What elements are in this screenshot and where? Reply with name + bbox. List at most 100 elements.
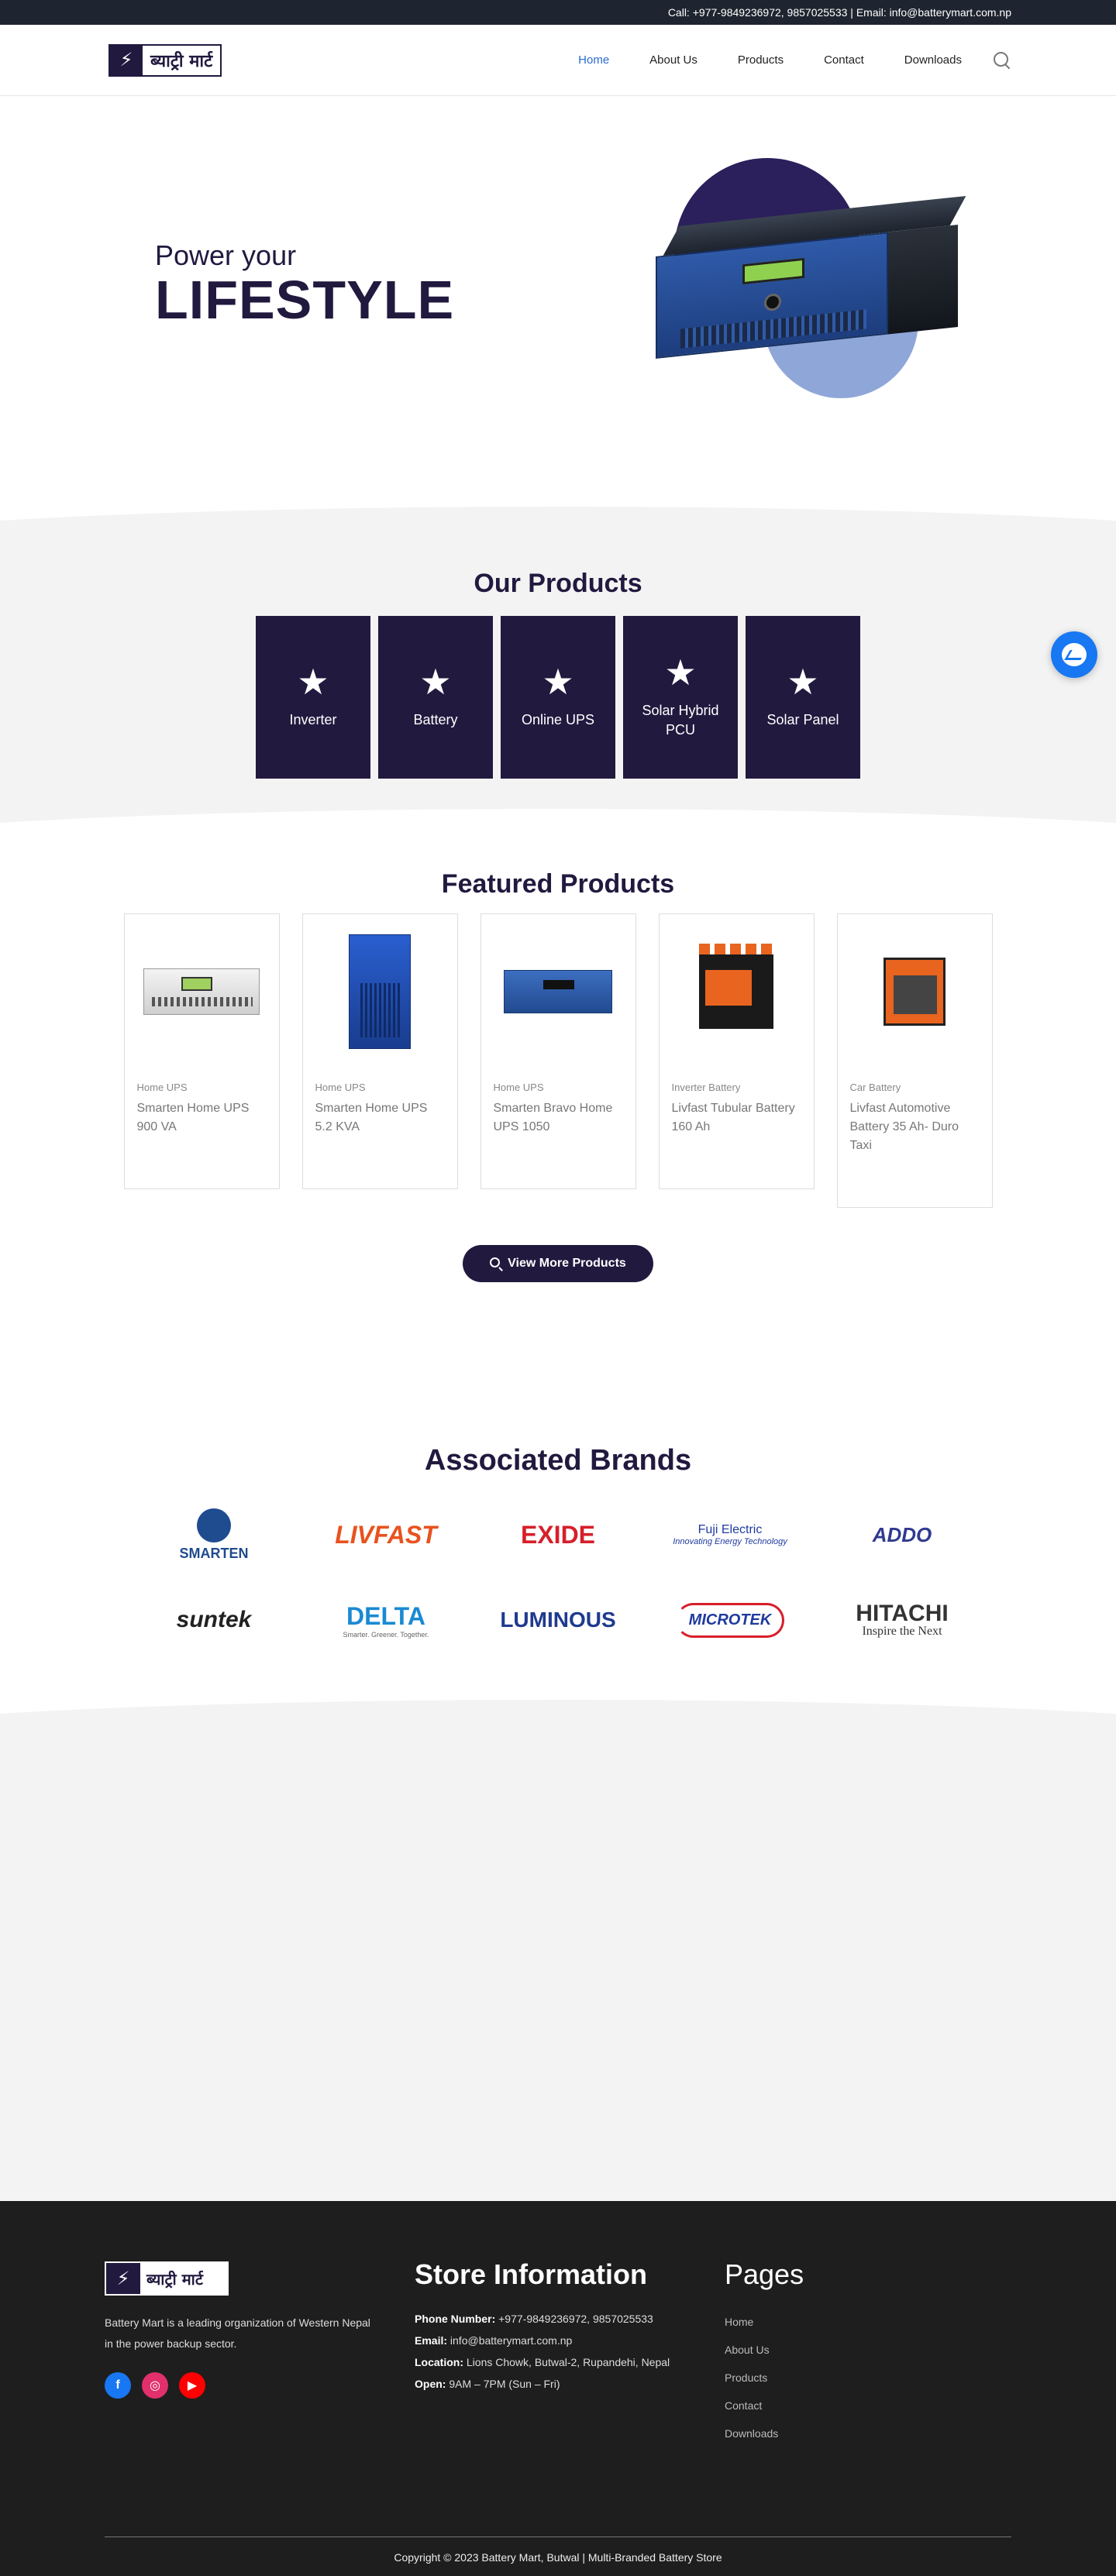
search-icon [490, 1257, 501, 1267]
product-name[interactable]: Smarten Home UPS 5.2 KVA [303, 1099, 457, 1137]
site-logo[interactable]: ⚡ ब्याट्री मार्ट [108, 43, 222, 77]
category-label: Solar Panel [766, 712, 839, 728]
nav-home[interactable]: Home [578, 53, 609, 67]
product-card[interactable]: Home UPS Smarten Home UPS 900 VA [123, 913, 280, 1189]
hero-section: Power your LIFESTYLE [0, 96, 1116, 499]
store-phone: Phone Number: +977-9849236972, 985702553… [415, 2313, 653, 2325]
category-label: Online UPS [521, 712, 595, 728]
product-name[interactable]: Smarten Home UPS 900 VA [125, 1099, 279, 1137]
footer-link-products[interactable]: Products [725, 2364, 957, 2392]
nav-contact[interactable]: Contact [824, 53, 864, 67]
product-category[interactable]: Home UPS [481, 1082, 636, 1093]
nav-products[interactable]: Products [738, 53, 784, 67]
pages-title: Pages [725, 2258, 804, 2290]
messenger-chat-button[interactable] [1051, 631, 1097, 678]
hero-product-image [651, 158, 976, 414]
our-products-wrapper: Our Products ★ Inverter ★ Battery ★ Onli… [0, 499, 1116, 832]
category-label: Battery [413, 712, 458, 728]
hero-subtitle: Power your [155, 239, 297, 271]
star-icon: ★ [297, 662, 329, 703]
our-products-section: Our Products ★ Inverter ★ Battery ★ Onli… [0, 530, 1116, 832]
search-icon[interactable] [993, 51, 1011, 70]
store-email: Email: info@batterymart.com.np [415, 2334, 573, 2347]
site-footer: ⚡ ब्याट्री मार्ट Battery Mart is a leadi… [0, 2201, 1116, 2576]
footer-link-downloads[interactable]: Downloads [725, 2420, 957, 2447]
footer-pages-column: Pages Home About Us Products Contact Dow… [725, 2258, 957, 2447]
featured-product-list: Home UPS Smarten Home UPS 900 VA Home UP… [0, 913, 1116, 1208]
category-label: Solar Hybrid PCU [642, 702, 719, 738]
social-links: f ◎ ▶ [105, 2372, 415, 2399]
main-nav: Home About Us Products Contact Downloads [538, 51, 1011, 70]
associated-brands-title: Associated Brands [424, 1444, 692, 1477]
product-card[interactable]: Car Battery Livfast Automotive Battery 3… [836, 913, 993, 1208]
product-category[interactable]: Car Battery [838, 1082, 992, 1093]
gray-spacer-section [0, 1700, 1116, 2201]
brand-logo-suntek: suntek [176, 1607, 252, 1632]
brand-logo-grid: SMARTEN LIVFAST EXIDE Fuji Electric Innov… [0, 1504, 1116, 1651]
footer-about-column: ⚡ ब्याट्री मार्ट Battery Mart is a leadi… [105, 2261, 415, 2447]
product-name[interactable]: Smarten Bravo Home UPS 1050 [481, 1099, 636, 1137]
featured-products-title: Featured Products [441, 869, 675, 899]
brand-logo-exide: EXIDE [520, 1520, 596, 1549]
product-category[interactable]: Inverter Battery [660, 1082, 814, 1093]
copyright-text: Copyright © 2023 Battery Mart, Butwal | … [394, 2551, 722, 2564]
product-card[interactable]: Home UPS Smarten Home UPS 5.2 KVA [301, 913, 458, 1189]
footer-logo[interactable]: ⚡ ब्याट्री मार्ट [105, 2261, 229, 2296]
top-contact-text: Call: +977-9849236972, 9857025533 | Emai… [667, 6, 1011, 19]
instagram-icon[interactable]: ◎ [142, 2372, 168, 2399]
category-card-solar-hybrid-pcu[interactable]: ★ Solar Hybrid PCU [623, 616, 738, 779]
featured-products-section: Featured Products Home UPS Smarten Home … [0, 809, 1116, 1444]
brand-logo-livfast: LIVFAST [335, 1520, 437, 1549]
site-header: ⚡ ब्याट्री मार्ट Home About Us Products … [0, 25, 1116, 96]
brand-logo-delta: DELTA Smarter. Greener. Together. [343, 1601, 429, 1639]
category-list: ★ Inverter ★ Battery ★ Online UPS ★ Sola… [0, 616, 1116, 779]
youtube-icon[interactable]: ▶ [179, 2372, 205, 2399]
product-card[interactable]: Home UPS Smarten Bravo Home UPS 1050 [480, 913, 636, 1189]
category-label: Inverter [289, 712, 337, 728]
category-card-inverter[interactable]: ★ Inverter [256, 616, 370, 779]
product-image[interactable] [838, 914, 992, 1069]
store-info-title: Store Information [415, 2258, 648, 2290]
product-image[interactable] [303, 914, 457, 1069]
nav-about-us[interactable]: About Us [649, 53, 698, 67]
product-name[interactable]: Livfast Automotive Battery 35 Ah- Duro T… [838, 1099, 992, 1155]
footer-description: Battery Mart is a leading organization o… [105, 2316, 370, 2350]
store-info-list: Phone Number: +977-9849236972, 985702553… [415, 2308, 725, 2395]
footer-logo-text: ब्याट्री मार्ट [146, 2269, 203, 2289]
footer-store-info-column: Store Information Phone Number: +977-984… [415, 2258, 725, 2447]
logo-text: ब्याट्री मार्ट [150, 51, 213, 71]
nav-downloads[interactable]: Downloads [904, 53, 962, 67]
footer-link-contact[interactable]: Contact [725, 2392, 957, 2420]
category-card-online-ups[interactable]: ★ Online UPS [501, 616, 615, 779]
footer-page-links: Home About Us Products Contact Downloads [725, 2308, 957, 2447]
brand-logo-luminous: LUMINOUS [500, 1608, 616, 1632]
store-hours: Open: 9AM – 7PM (Sun – Fri) [415, 2378, 560, 2390]
product-image[interactable] [125, 914, 279, 1069]
brand-logo-fuji-electric: Fuji Electric Innovating Energy Technolog… [673, 1523, 787, 1546]
product-category[interactable]: Home UPS [125, 1082, 279, 1093]
store-location: Location: Lions Chowk, Butwal-2, Rupande… [415, 2356, 670, 2368]
product-image[interactable] [481, 914, 636, 1069]
product-image[interactable] [660, 914, 814, 1069]
product-category[interactable]: Home UPS [303, 1082, 457, 1093]
top-contact-bar: Call: +977-9849236972, 9857025533 | Emai… [0, 0, 1116, 25]
view-more-label: View More Products [508, 1257, 626, 1270]
view-more-products-button[interactable]: View More Products [463, 1245, 653, 1282]
category-card-battery[interactable]: ★ Battery [378, 616, 493, 779]
product-card[interactable]: Inverter Battery Livfast Tubular Battery… [658, 913, 815, 1189]
bolt-icon: ⚡ [106, 2263, 140, 2294]
footer-link-about-us[interactable]: About Us [725, 2336, 957, 2364]
footer-link-home[interactable]: Home [725, 2308, 957, 2336]
brand-logo-hitachi: HITACHI Inspire the Next [856, 1601, 949, 1638]
bolt-icon: ⚡ [110, 45, 143, 75]
star-icon: ★ [542, 662, 574, 703]
our-products-title: Our Products [474, 569, 642, 598]
facebook-icon[interactable]: f [105, 2372, 131, 2399]
associated-brands-section: Associated Brands SMARTEN LIVFAST EXIDE … [0, 1444, 1116, 1723]
product-name[interactable]: Livfast Tubular Battery 160 Ah [660, 1099, 814, 1137]
hero-title: LIFESTYLE [155, 270, 455, 330]
star-icon: ★ [419, 662, 452, 703]
star-icon: ★ [664, 652, 697, 693]
category-card-solar-panel[interactable]: ★ Solar Panel [746, 616, 860, 779]
brand-logo-smarten: SMARTEN [156, 1504, 272, 1566]
